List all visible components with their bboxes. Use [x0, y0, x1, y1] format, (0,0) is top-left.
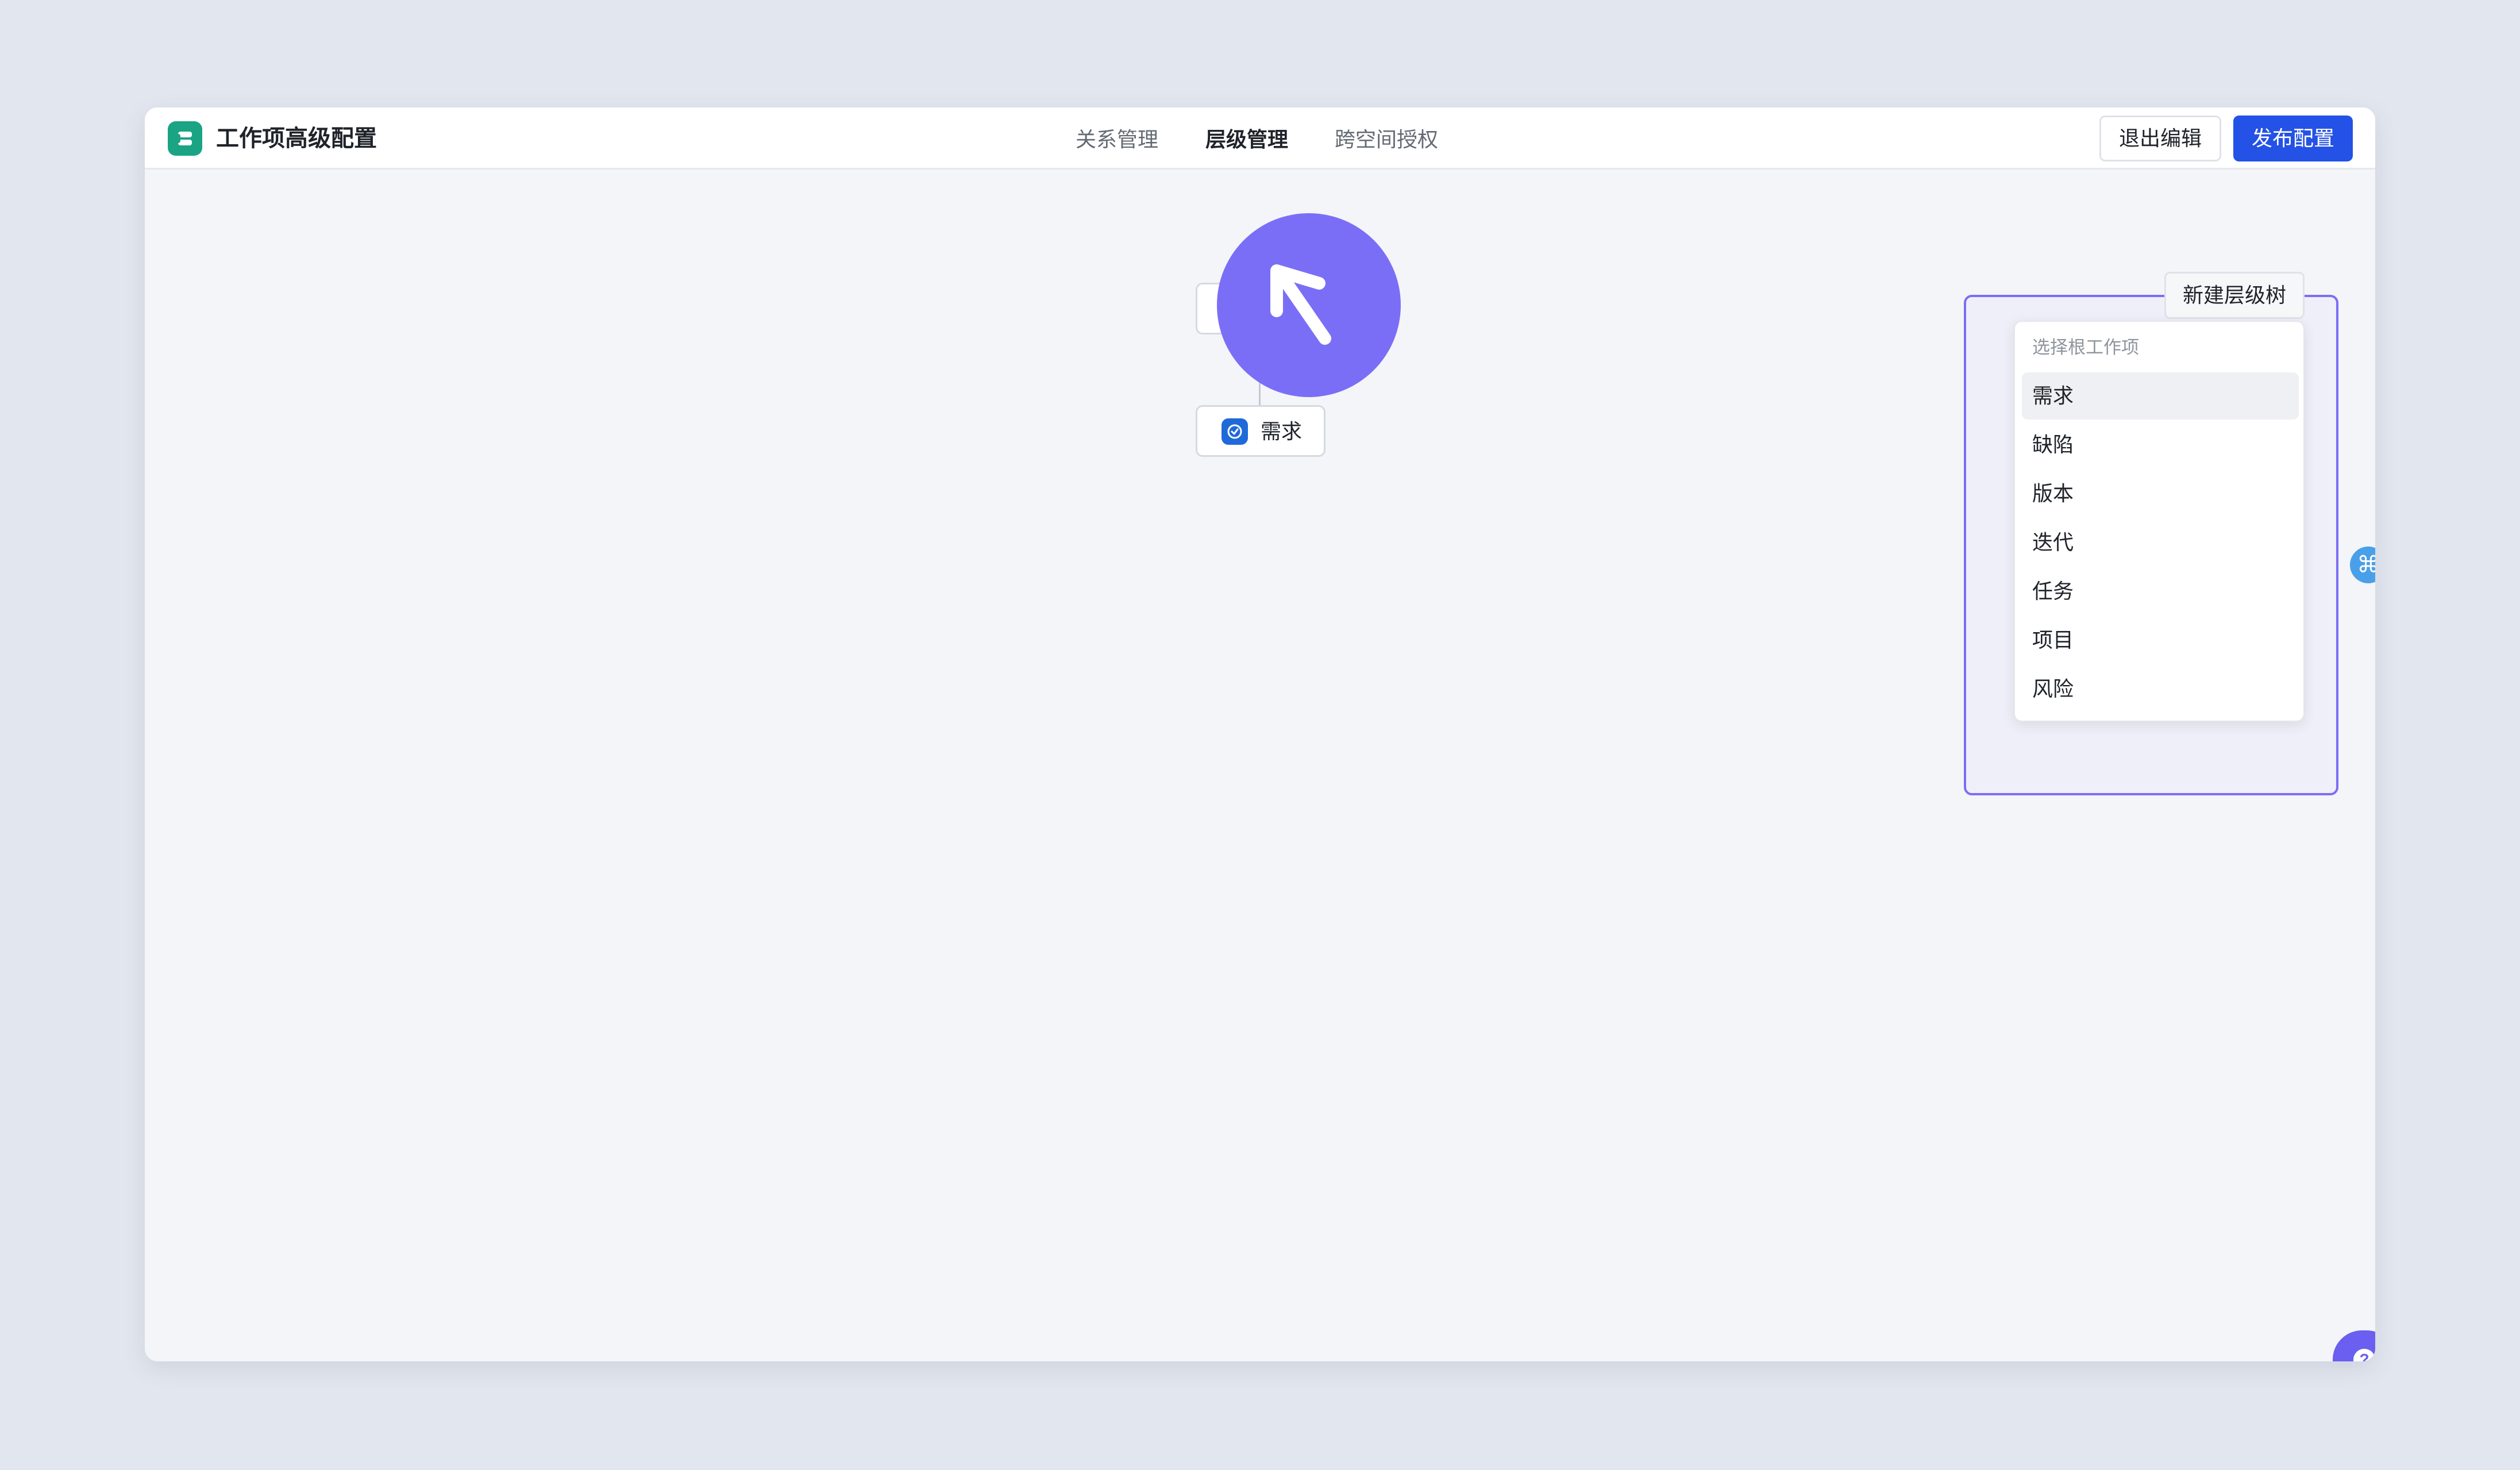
root-item-dropdown: 选择根工作项 需求 缺陷 版本 迭代 任务 项目 风险 [2014, 321, 2305, 722]
node-label: 需求 [1261, 420, 1303, 443]
tab-cross-space-authorization[interactable]: 跨空间授权 [1335, 125, 1438, 155]
option-project[interactable]: 项目 [2022, 617, 2299, 664]
option-iteration[interactable]: 迭代 [2022, 519, 2299, 566]
app-logo-icon [168, 121, 202, 156]
tab-relation-management[interactable]: 关系管理 [1076, 125, 1158, 155]
check-circle-icon [1222, 418, 1248, 445]
app-window: 工作项高级配置 关系管理 层级管理 跨空间授权 退出编辑 发布配置 需求 新建层… [145, 107, 2375, 1361]
top-bar: 工作项高级配置 关系管理 层级管理 跨空间授权 退出编辑 发布配置 [145, 107, 2375, 170]
question-icon: ? [2353, 1349, 2375, 1361]
hierarchy-node-requirement[interactable]: 需求 [1196, 405, 1325, 457]
tab-hierarchy-management[interactable]: 层级管理 [1205, 125, 1288, 155]
cursor-highlight-icon [1217, 213, 1401, 397]
option-requirement[interactable]: 需求 [2022, 372, 2299, 420]
dropdown-header: 选择根工作项 [2032, 337, 2139, 357]
option-risk[interactable]: 风险 [2022, 665, 2299, 713]
publish-config-button[interactable]: 发布配置 [2233, 116, 2353, 161]
option-defect[interactable]: 缺陷 [2022, 421, 2299, 468]
option-version[interactable]: 版本 [2022, 470, 2299, 517]
new-hierarchy-tree-button[interactable]: 新建层级树 [2164, 272, 2305, 319]
option-task[interactable]: 任务 [2022, 568, 2299, 615]
exit-edit-button[interactable]: 退出编辑 [2099, 116, 2221, 161]
hierarchy-canvas[interactable]: 需求 新建层级树 选择根工作项 需求 缺陷 版本 迭代 任务 项目 风险 ⌘ ? [145, 170, 2375, 1361]
command-icon[interactable]: ⌘ [2350, 547, 2375, 583]
page-title: 工作项高级配置 [216, 126, 377, 151]
help-button[interactable]: ? [2333, 1330, 2375, 1361]
